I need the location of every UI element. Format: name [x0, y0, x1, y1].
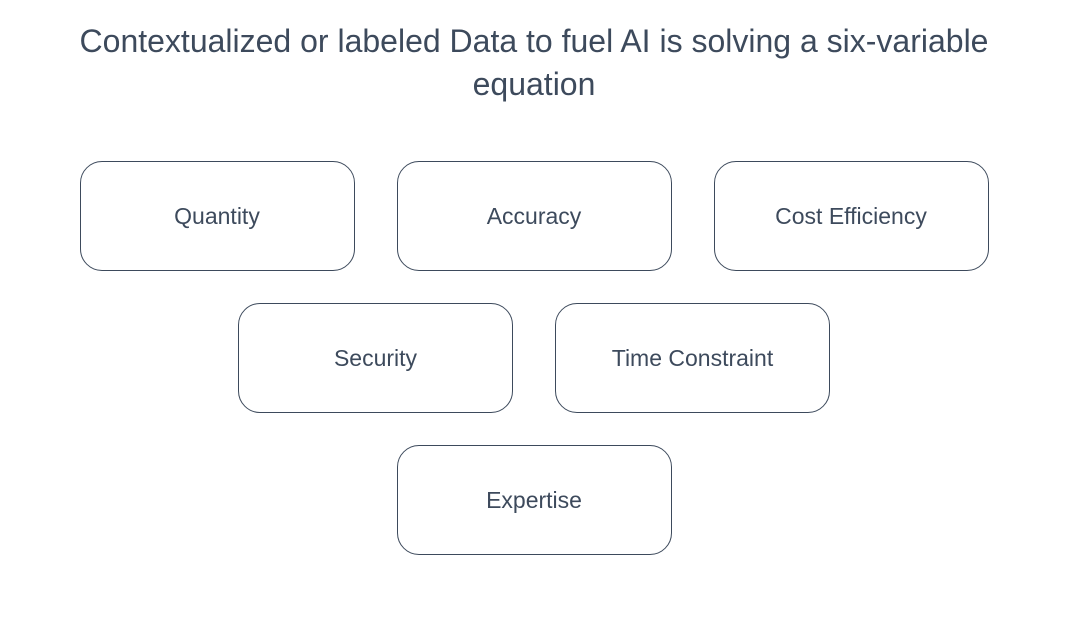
box-label: Time Constraint	[612, 345, 773, 372]
box-security: Security	[238, 303, 513, 413]
box-quantity: Quantity	[80, 161, 355, 271]
box-label: Quantity	[174, 203, 260, 230]
diagram-row-2: Security Time Constraint	[238, 303, 830, 413]
diagram-title: Contextualized or labeled Data to fuel A…	[44, 20, 1024, 106]
diagram-row-3: Expertise	[397, 445, 672, 555]
diagram-row-1: Quantity Accuracy Cost Efficiency	[80, 161, 989, 271]
box-label: Security	[334, 345, 417, 372]
box-accuracy: Accuracy	[397, 161, 672, 271]
diagram-container: Quantity Accuracy Cost Efficiency Securi…	[30, 161, 1038, 555]
box-expertise: Expertise	[397, 445, 672, 555]
box-time-constraint: Time Constraint	[555, 303, 830, 413]
box-label: Expertise	[486, 487, 582, 514]
box-label: Cost Efficiency	[775, 203, 927, 230]
box-label: Accuracy	[487, 203, 582, 230]
box-cost-efficiency: Cost Efficiency	[714, 161, 989, 271]
